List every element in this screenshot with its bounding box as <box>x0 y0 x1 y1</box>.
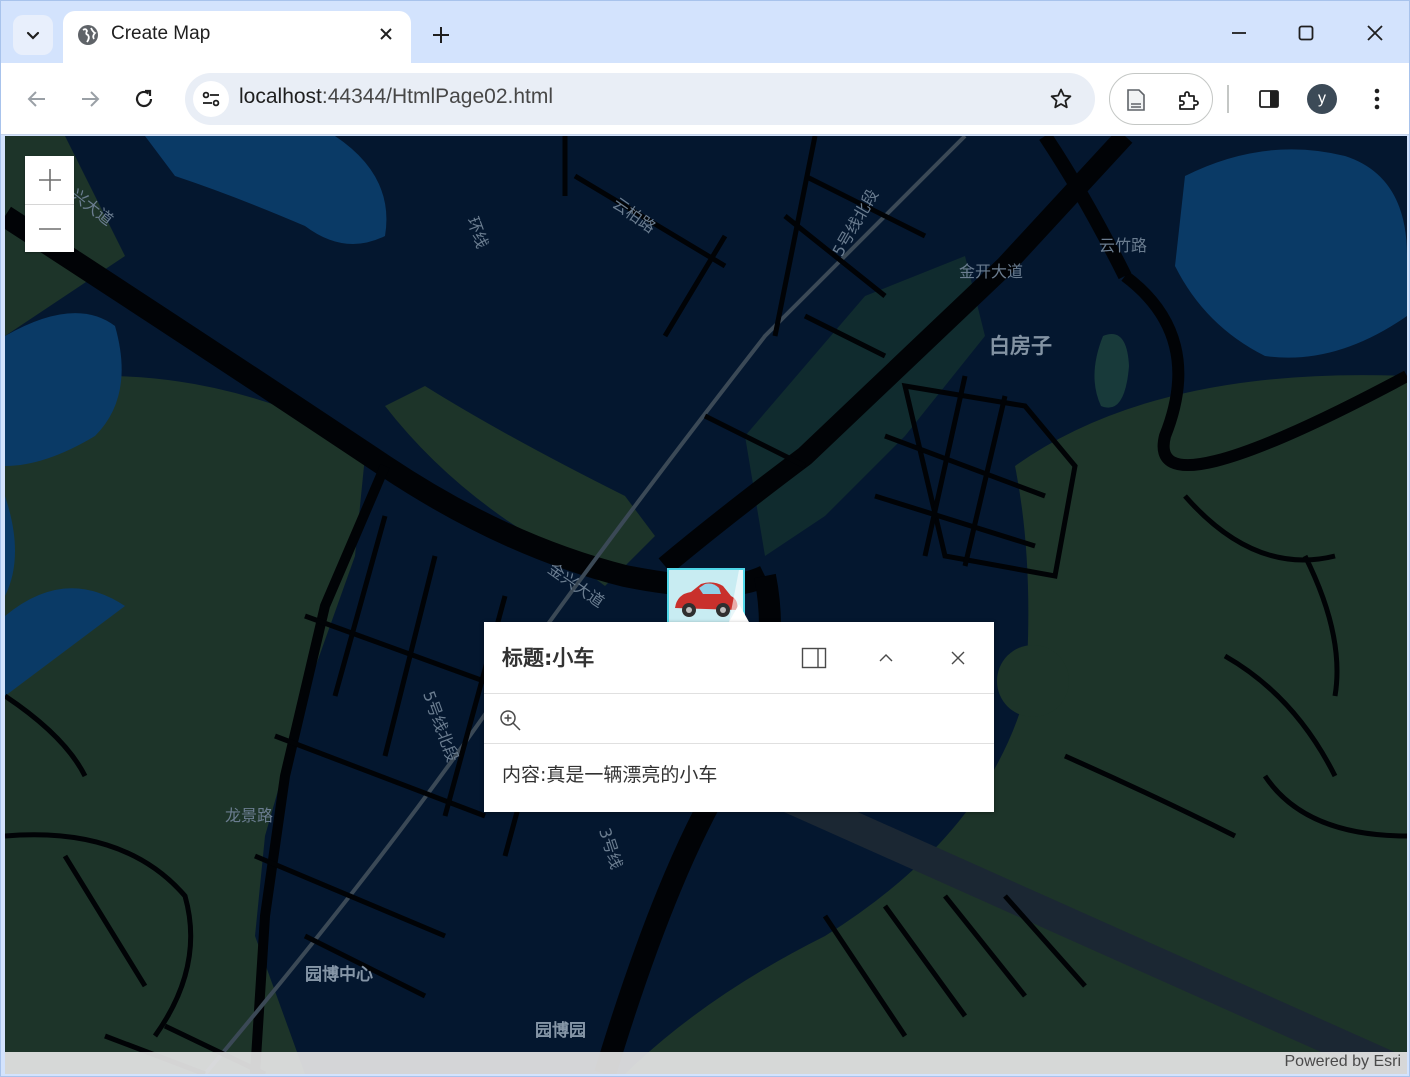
back-button[interactable] <box>17 79 57 119</box>
road-label: 金开大道 <box>959 262 1024 281</box>
new-tab-button[interactable] <box>425 19 457 51</box>
url-host: localhost <box>239 85 322 108</box>
station-label: 园博园 <box>535 1021 586 1041</box>
plus-icon <box>38 169 61 191</box>
tab-title: Create Map <box>111 23 211 44</box>
close-icon <box>951 651 965 665</box>
close-icon <box>1367 25 1383 41</box>
popup-pointer <box>729 604 749 622</box>
reload-icon <box>135 89 153 108</box>
document-icon <box>1127 89 1145 111</box>
place-label: 白房子 <box>989 334 1052 358</box>
site-info-button[interactable] <box>193 81 229 117</box>
minus-icon <box>38 227 61 230</box>
zoom-to-button[interactable] <box>496 706 524 734</box>
side-panel-icon <box>1259 90 1279 108</box>
arrow-right-icon <box>82 91 100 107</box>
road-label: 龙景路 <box>225 806 274 825</box>
zoom-in-magnifier-icon <box>500 710 521 731</box>
avatar: y <box>1307 84 1337 114</box>
zoom-out-button[interactable] <box>25 204 74 252</box>
star-icon <box>1050 88 1072 109</box>
chevron-down-icon <box>26 31 40 40</box>
popup-close-button[interactable] <box>942 642 974 674</box>
popup-content: 内容:真是一辆漂亮的小车 <box>502 764 718 786</box>
reload-button[interactable] <box>124 79 164 119</box>
popup: 标题:小车 内容:真是一辆漂亮的小车 <box>484 622 994 812</box>
address-bar[interactable]: localhost:44344/HtmlPage02.html <box>185 73 1095 125</box>
chevron-up-icon <box>879 654 893 662</box>
window-close-button[interactable] <box>1355 15 1395 51</box>
popup-title: 标题:小车 <box>502 646 595 670</box>
collapse-button[interactable] <box>870 642 902 674</box>
minimize-icon <box>1232 32 1246 34</box>
maximize-button[interactable] <box>1286 15 1326 51</box>
zoom-control <box>25 156 74 252</box>
maximize-icon <box>1298 25 1314 41</box>
url-text[interactable]: localhost:44344/HtmlPage02.html <box>239 85 553 109</box>
road-label: 云竹路 <box>1099 236 1148 255</box>
extensions-group <box>1109 73 1213 125</box>
menu-button[interactable] <box>1357 79 1397 119</box>
zoom-in-button[interactable] <box>25 156 74 204</box>
more-vert-icon <box>1374 88 1380 110</box>
map-view[interactable]: 兴大道 云柏路 环线 5号线北段 云竹路 金开大道 白房子 金兴大道 龙景路 5… <box>5 136 1407 1074</box>
extension-page-button[interactable] <box>1120 84 1152 116</box>
globe-icon <box>78 25 98 45</box>
tab-close-button[interactable] <box>375 23 397 45</box>
close-icon <box>380 28 392 40</box>
puzzle-icon <box>1179 91 1199 110</box>
browser-window: Create Map localhost:44344/HtmlPage02.ht… <box>0 0 1410 1077</box>
popup-actions-bar <box>484 694 994 744</box>
tab-strip: Create Map <box>1 1 1409 65</box>
attribution-text[interactable]: Powered by Esri <box>1285 1053 1402 1071</box>
dock-icon <box>801 647 827 669</box>
tab-create-map[interactable]: Create Map <box>63 11 411 65</box>
dock-button[interactable] <box>798 642 830 674</box>
plus-icon <box>433 27 449 43</box>
toolbar-separator <box>1227 85 1229 113</box>
side-panel-button[interactable] <box>1249 79 1289 119</box>
url-path: :44344/HtmlPage02.html <box>321 85 554 108</box>
browser-toolbar: localhost:44344/HtmlPage02.html y <box>1 63 1409 135</box>
minimize-button[interactable] <box>1219 15 1259 51</box>
tab-search-button[interactable] <box>13 15 53 55</box>
bookmark-button[interactable] <box>1047 85 1075 113</box>
arrow-left-icon <box>27 91 45 107</box>
tune-icon <box>202 91 220 107</box>
attribution-bar: Powered by Esri <box>5 1052 1407 1074</box>
profile-button[interactable]: y <box>1302 79 1342 119</box>
forward-button[interactable] <box>70 79 110 119</box>
popup-header: 标题:小车 <box>484 622 994 694</box>
station-label: 园博中心 <box>305 965 373 985</box>
extensions-button[interactable] <box>1172 84 1204 116</box>
